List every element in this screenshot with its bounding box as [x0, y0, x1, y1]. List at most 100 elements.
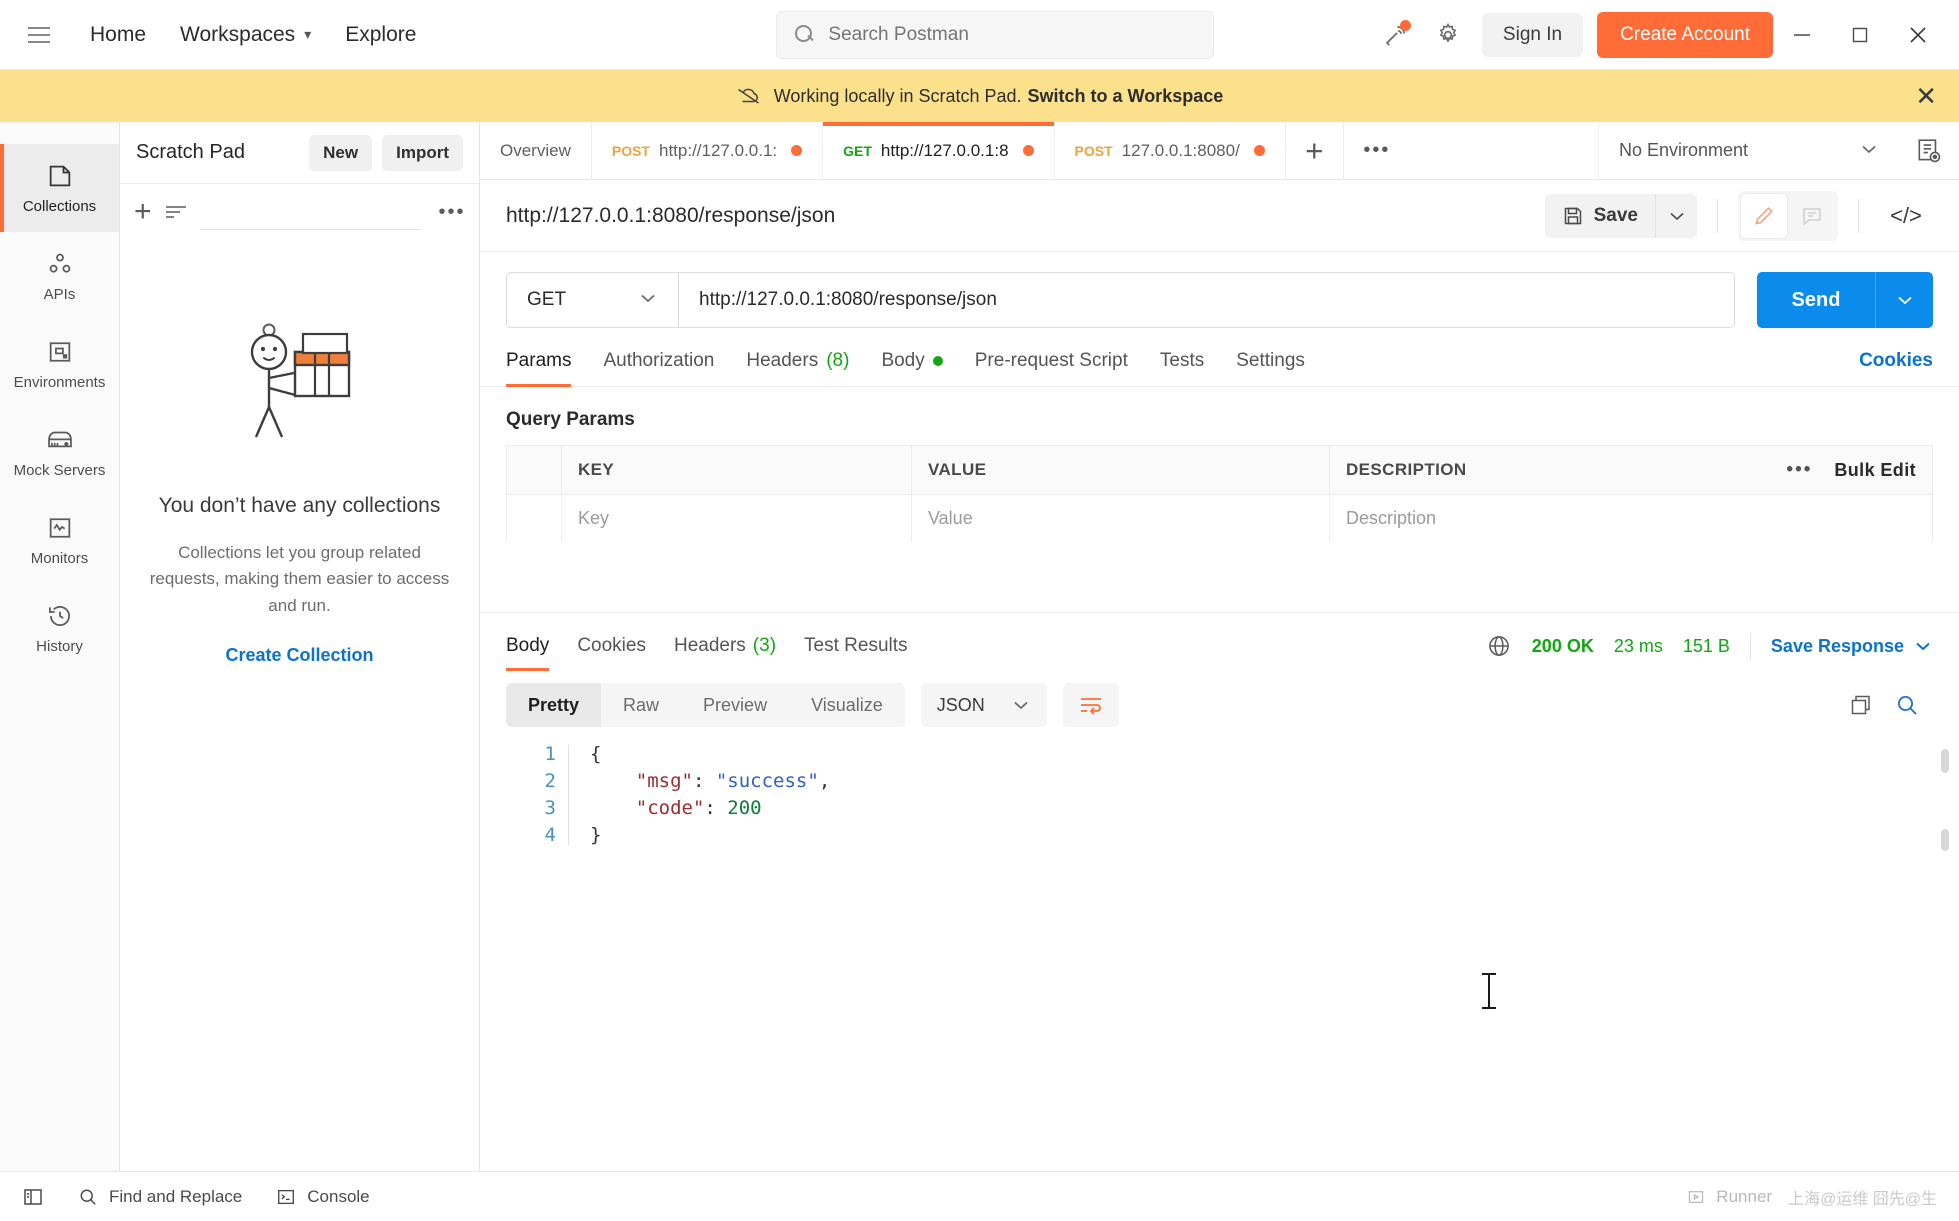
- wrap-lines-button[interactable]: [1062, 683, 1119, 727]
- filter-icon[interactable]: [164, 199, 188, 225]
- console-button[interactable]: Console: [276, 1186, 370, 1207]
- json-body[interactable]: { "msg": "success", "code": 200}: [556, 741, 830, 849]
- tab-request-1[interactable]: POST http://127.0.0.1:: [592, 122, 824, 179]
- tab-more-icon[interactable]: •••: [1344, 122, 1410, 179]
- runner-button[interactable]: Runner: [1687, 1187, 1772, 1207]
- format-selector[interactable]: JSON: [920, 683, 1047, 727]
- bulk-edit-button[interactable]: Bulk Edit: [1834, 460, 1916, 481]
- tab-label: Cookies: [577, 635, 646, 656]
- sidebar-filter-input[interactable]: [199, 194, 421, 230]
- tab-body[interactable]: Body: [865, 350, 958, 386]
- switch-workspace-link[interactable]: Switch to a Workspace: [1028, 86, 1224, 107]
- row-checkbox[interactable]: [507, 495, 562, 542]
- create-account-button[interactable]: Create Account: [1597, 11, 1773, 58]
- chevron-down-icon: ▾: [304, 26, 312, 42]
- sign-in-button[interactable]: Sign In: [1481, 12, 1584, 57]
- collections-sidebar: Scratch Pad New Import + ••• You don’t h…: [120, 122, 480, 1171]
- find-and-replace-button[interactable]: Find and Replace: [78, 1187, 242, 1207]
- response-tab-test-results[interactable]: Test Results: [790, 635, 921, 671]
- send-options-button[interactable]: [1875, 272, 1933, 328]
- edit-comment-group: [1738, 190, 1838, 241]
- sidebar-item-mock-servers[interactable]: Mock Servers: [0, 408, 119, 496]
- tab-overview[interactable]: Overview: [480, 122, 592, 179]
- send-button[interactable]: Send: [1757, 272, 1875, 328]
- environment-quick-look-icon[interactable]: [1899, 137, 1959, 165]
- save-button[interactable]: Save: [1544, 193, 1655, 238]
- row-value[interactable]: Value: [912, 495, 1330, 542]
- response-meta: 200 OK 23 ms 151 B Save Response: [1486, 633, 1933, 673]
- window-close-button[interactable]: [1889, 12, 1947, 58]
- cloud-off-icon: [736, 86, 762, 106]
- table-row[interactable]: Key Value Description: [507, 494, 1932, 542]
- save-options-button[interactable]: [1655, 193, 1697, 238]
- view-mode-visualize[interactable]: Visualize: [789, 683, 905, 727]
- code-content: 1 2 3 4 { "msg": "success", "code": 200}: [480, 741, 1959, 849]
- code-snippet-button[interactable]: </>: [1879, 194, 1933, 238]
- method-selector[interactable]: GET: [506, 272, 678, 328]
- import-button[interactable]: Import: [382, 134, 463, 171]
- top-bar: Home Workspaces ▾ Explore Search Postman…: [0, 0, 1959, 70]
- sidebar-item-history[interactable]: History: [0, 584, 119, 672]
- cookies-link[interactable]: Cookies: [1859, 350, 1933, 386]
- row-description[interactable]: Description: [1330, 495, 1932, 542]
- sidebar-item-collections[interactable]: Collections: [0, 144, 119, 232]
- code-line: }: [590, 822, 830, 849]
- tab-request-3[interactable]: POST 127.0.0.1:8080/: [1055, 122, 1286, 179]
- new-tab-button[interactable]: +: [1286, 122, 1344, 179]
- hamburger-icon[interactable]: [22, 18, 56, 52]
- response-tab-headers[interactable]: Headers (3): [660, 635, 790, 671]
- response-time: 23 ms: [1613, 635, 1663, 656]
- row-key[interactable]: Key: [562, 495, 912, 542]
- scrollbar-thumb[interactable]: [1941, 829, 1949, 851]
- tab-settings[interactable]: Settings: [1220, 350, 1321, 386]
- view-mode-pretty[interactable]: Pretty: [506, 683, 602, 727]
- comment-button[interactable]: [1789, 194, 1835, 238]
- divider: [1717, 198, 1718, 233]
- table-more-icon[interactable]: •••: [1786, 459, 1812, 481]
- response-tab-body[interactable]: Body: [506, 635, 563, 671]
- response-body-viewer[interactable]: 1 2 3 4 { "msg": "success", "code": 200}: [480, 741, 1959, 1171]
- tab-pre-request-script[interactable]: Pre-request Script: [959, 350, 1144, 386]
- view-mode-raw[interactable]: Raw: [601, 683, 681, 727]
- tab-authorization[interactable]: Authorization: [587, 350, 730, 386]
- new-button[interactable]: New: [309, 134, 373, 171]
- copy-icon[interactable]: [1849, 693, 1873, 717]
- search-input[interactable]: [828, 23, 1196, 46]
- sidebar-item-environments[interactable]: Environments: [0, 320, 119, 408]
- scrollbar-thumb-top[interactable]: [1941, 749, 1949, 773]
- response-tab-cookies[interactable]: Cookies: [563, 635, 660, 671]
- create-collection-link[interactable]: Create Collection: [225, 645, 373, 666]
- tab-request-2[interactable]: GET http://127.0.0.1:8: [823, 122, 1055, 179]
- tab-headers[interactable]: Headers (8): [730, 350, 865, 386]
- token-key: "code": [635, 797, 705, 819]
- console-label: Console: [307, 1186, 370, 1206]
- environment-selector[interactable]: No Environment: [1599, 140, 1899, 161]
- tab-tests[interactable]: Tests: [1144, 350, 1220, 386]
- sidebar-item-monitors[interactable]: Monitors: [0, 496, 119, 584]
- nav-home[interactable]: Home: [90, 23, 146, 47]
- url-input[interactable]: [678, 272, 1735, 328]
- import-label: Import: [396, 142, 449, 162]
- add-icon[interactable]: +: [134, 197, 152, 227]
- invite-icon[interactable]: [1370, 13, 1422, 57]
- tab-params[interactable]: Params: [506, 350, 587, 387]
- search-icon[interactable]: [1895, 693, 1919, 717]
- sidebar-item-label: History: [36, 637, 83, 655]
- status-bar: Find and Replace Console Runner 上海@运维 囧先…: [0, 1171, 1959, 1221]
- banner-close-icon[interactable]: ✕: [1915, 83, 1937, 109]
- search-box[interactable]: [776, 10, 1215, 59]
- window-maximize-button[interactable]: [1831, 12, 1889, 58]
- sidebar-more-icon[interactable]: •••: [433, 201, 472, 224]
- nav-explore[interactable]: Explore: [345, 23, 416, 47]
- window-minimize-button[interactable]: [1773, 12, 1831, 58]
- view-mode-preview[interactable]: Preview: [681, 683, 789, 727]
- save-response-button[interactable]: Save Response: [1771, 636, 1933, 657]
- sidebar-item-apis[interactable]: APIs: [0, 232, 119, 320]
- format-label: JSON: [936, 694, 985, 715]
- sidebar-toolbar: + •••: [120, 184, 479, 240]
- sidebar-toggle-button[interactable]: [22, 1186, 44, 1208]
- nav-workspaces[interactable]: Workspaces ▾: [180, 23, 311, 47]
- line-numbers: 1 2 3 4: [504, 741, 556, 849]
- gear-icon[interactable]: [1422, 13, 1474, 57]
- edit-button[interactable]: [1741, 193, 1787, 238]
